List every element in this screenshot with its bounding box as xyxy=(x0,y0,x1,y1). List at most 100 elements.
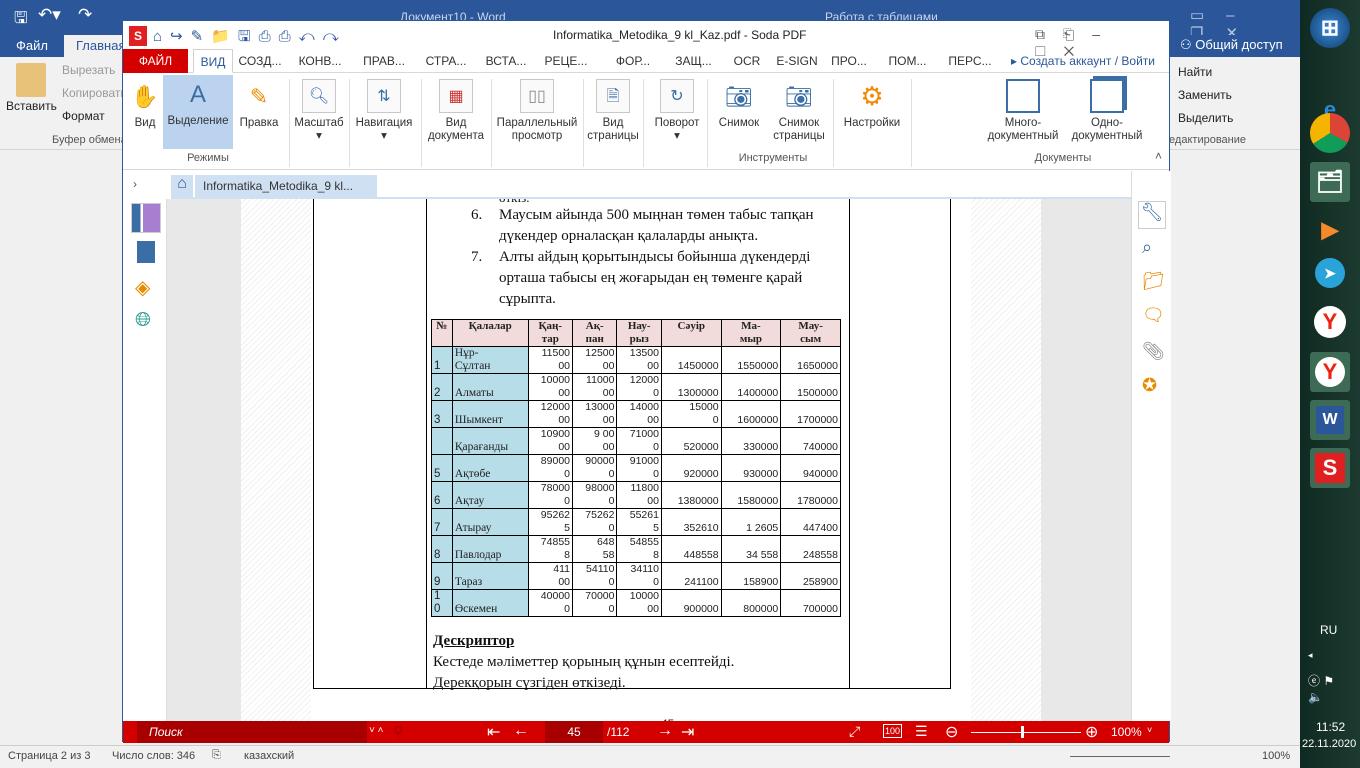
copy-button[interactable]: Копировать xyxy=(62,86,127,100)
divider xyxy=(643,79,644,167)
rotate-button[interactable]: ↻ Поворот ▾ xyxy=(647,77,707,143)
zoom-in-icon[interactable]: ⊕ xyxy=(1085,722,1098,742)
tab-help[interactable]: ПОМ... xyxy=(885,49,930,73)
binoculars-icon[interactable]: ⌕ xyxy=(1142,237,1152,258)
tab-edit[interactable]: ПРАВ... xyxy=(359,49,409,73)
snapshot-button[interactable]: 📷︎ Снимок xyxy=(711,77,767,130)
telegram-icon[interactable]: ➤ xyxy=(1315,258,1345,288)
tray-icons[interactable]: ⓔ ⚑ xyxy=(1308,672,1334,689)
column-line xyxy=(426,199,427,689)
yandex-browser-icon-2[interactable]: Y xyxy=(1310,352,1350,392)
soda-pdf-taskbar-icon[interactable]: S xyxy=(1310,448,1350,488)
comment-icon[interactable]: 🗨 xyxy=(1142,305,1165,326)
search-icon[interactable]: ⚲ xyxy=(393,723,403,740)
find-button[interactable]: Найти xyxy=(1178,65,1212,79)
file-explorer-icon[interactable]: 🗂 xyxy=(1310,162,1350,202)
fit-page-icon[interactable]: ⤢ xyxy=(849,723,860,740)
edit-mode-button[interactable]: ✎ Правка xyxy=(237,77,281,130)
layers-icon[interactable]: ◈ xyxy=(135,275,150,300)
tab-protect[interactable]: ЗАЩ... xyxy=(671,49,716,73)
clock-time[interactable]: 11:52 xyxy=(1316,720,1345,734)
zoom-button[interactable]: 🔍︎ Масштаб ▾ xyxy=(293,77,345,143)
volume-icon[interactable]: 🔈 xyxy=(1308,690,1323,704)
document-tab[interactable]: Informatika_Metodika_9 kl... × xyxy=(195,175,377,207)
bookmarks-icon[interactable] xyxy=(137,241,155,263)
search-input[interactable]: Поиск xyxy=(137,721,367,743)
table-row: Қарағанды 10900 00 9 00 00 71000 0 520000 330… xyxy=(431,427,841,455)
next-page-icon[interactable]: → xyxy=(657,722,673,740)
zoom-slider-thumb[interactable] xyxy=(1021,726,1024,738)
tray-chevron-icon[interactable]: ◂ xyxy=(1308,650,1313,661)
tab-file[interactable]: ФАЙЛ xyxy=(123,49,188,73)
redo-icon[interactable]: ↷ xyxy=(78,5,92,25)
settings-button[interactable]: ⚙ Настройки xyxy=(837,77,907,130)
select-mode-button[interactable]: A Выделение xyxy=(163,75,233,149)
multi-document-button[interactable]: Много-документный xyxy=(983,77,1063,143)
page-view-button[interactable]: 🗎 Вид страницы xyxy=(585,77,641,143)
tab-pro[interactable]: ПРО... xyxy=(829,49,869,73)
word-zoom-slider[interactable] xyxy=(1070,756,1170,757)
video-player-icon[interactable]: ▶ xyxy=(1310,210,1350,250)
tab-view[interactable]: ВИД xyxy=(193,49,233,73)
view-mode-button[interactable]: ✋ Вид xyxy=(127,77,163,130)
fit-width-icon[interactable]: ☰ xyxy=(915,723,928,740)
page-snapshot-button[interactable]: 📷︎ Снимок страницы xyxy=(769,77,829,143)
zoom-level[interactable]: 100% xyxy=(1111,725,1142,739)
chrome-icon[interactable] xyxy=(1310,113,1350,153)
paste-icon[interactable] xyxy=(16,63,46,97)
folder-icon[interactable]: 📁︎ xyxy=(1142,271,1165,292)
paste-button[interactable]: Вставить xyxy=(6,99,57,113)
document-view-button[interactable]: ▦ Вид документа xyxy=(423,77,489,143)
tab-personal[interactable]: ПЕРС... xyxy=(945,49,995,73)
tab-esign[interactable]: E-SIGN xyxy=(773,49,821,73)
last-page-icon[interactable]: ⇥ xyxy=(681,722,694,742)
tab-convert[interactable]: КОНВ... xyxy=(295,49,345,73)
page-number-input[interactable]: 45 xyxy=(545,721,603,743)
certificate-icon[interactable]: ✪ xyxy=(1142,375,1157,396)
parallel-view-button[interactable]: ▯▯ Параллельный просмотр xyxy=(493,77,581,143)
table-row: 6 Ақтау 78000 0 98000 0 11800 00 1380000 15800… xyxy=(431,481,841,509)
quick-access-icons[interactable]: ⌂↪✎📁🖫⎙⎙↶↷ xyxy=(153,26,347,51)
word-taskbar-icon[interactable]: W xyxy=(1310,400,1350,440)
expand-left-panel-icon[interactable]: › xyxy=(133,177,137,191)
yandex-browser-icon[interactable]: Y xyxy=(1314,306,1346,338)
select-button[interactable]: Выделить xyxy=(1178,111,1233,125)
replace-button[interactable]: Заменить xyxy=(1178,88,1232,102)
single-document-button[interactable]: Одно-документный xyxy=(1067,77,1147,143)
proofing-icon[interactable]: ⎘ xyxy=(212,749,221,762)
first-page-icon[interactable]: ⇤ xyxy=(487,722,500,742)
start-button-icon[interactable]: ⊞ xyxy=(1310,8,1350,48)
tab-file[interactable]: Файл xyxy=(16,38,48,53)
collapse-ribbon-icon[interactable]: ˄ xyxy=(1155,149,1162,163)
zoom-out-icon[interactable]: ⊖ xyxy=(945,722,958,742)
account-link[interactable]: ▸ Создать аккаунт / Войти xyxy=(1011,49,1155,73)
language[interactable]: казахский xyxy=(244,750,294,762)
undo-icon[interactable]: ↶▾ xyxy=(38,5,61,25)
previous-page-icon[interactable]: ← xyxy=(513,722,529,740)
zoom-dropdown-icon[interactable]: ˅ xyxy=(1147,725,1152,735)
format-painter-button[interactable]: Формат xyxy=(62,109,105,123)
input-language[interactable]: RU xyxy=(1320,623,1337,637)
tab-insert[interactable]: ВСТА... xyxy=(481,49,531,73)
navigation-button[interactable]: ⇅ Навигация ▾ xyxy=(351,77,417,143)
save-icon[interactable]: 🖫 xyxy=(14,7,28,34)
tab-forms[interactable]: ФОР... xyxy=(608,49,658,73)
tab-create[interactable]: СОЗД... xyxy=(235,49,285,73)
tab-ocr[interactable]: OCR xyxy=(729,49,765,73)
share-button[interactable]: ⚇ Общий доступ xyxy=(1180,37,1283,53)
value-cell: 1500000 xyxy=(780,373,841,401)
home-icon[interactable]: ⌂ xyxy=(171,175,193,197)
clock-date[interactable]: 22.11.2020 xyxy=(1302,738,1356,750)
wrench-icon[interactable]: 🔧︎ xyxy=(1138,201,1166,229)
actual-size-icon[interactable]: 100 xyxy=(883,724,903,738)
tab-pages[interactable]: СТРА... xyxy=(421,49,471,73)
search-nav-arrows[interactable]: ˅ ˄ xyxy=(369,725,383,736)
word-zoom-level[interactable]: 100% xyxy=(1262,750,1290,762)
tab-review[interactable]: РЕЦЕ... xyxy=(541,49,591,73)
value-cell: 75262 0 xyxy=(571,508,618,536)
thumbnails-icon[interactable] xyxy=(131,203,161,233)
cut-button[interactable]: Вырезать xyxy=(62,63,115,77)
attachment-icon[interactable]: 📎︎ xyxy=(1142,341,1165,362)
links-icon[interactable]: 🌐︎ xyxy=(135,309,151,332)
zoom-slider[interactable] xyxy=(971,732,1081,733)
